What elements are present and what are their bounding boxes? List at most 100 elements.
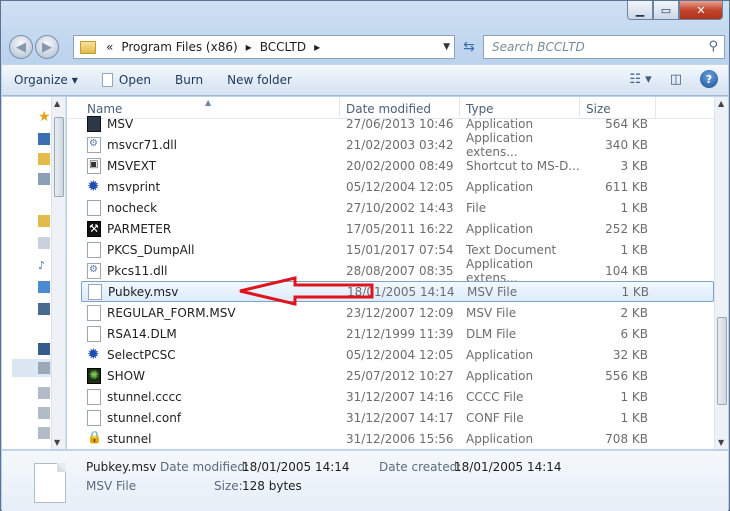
file-date-modified: 05/12/2004 12:05 xyxy=(346,347,454,362)
nav-scrollbar[interactable]: ▲ ▼ xyxy=(51,97,65,449)
details-date-modified-label: Date modified: xyxy=(160,460,250,474)
forward-button[interactable]: ▶ xyxy=(35,35,59,59)
file-row[interactable]: REGULAR_FORM.MSV 23/12/2007 12:09 MSV File… xyxy=(81,302,714,323)
scroll-down-icon[interactable]: ▼ xyxy=(718,438,724,447)
file-type: CONF File xyxy=(466,410,524,425)
breadcrumb-program-files[interactable]: Program Files (x86) xyxy=(121,40,237,54)
file-size: 564 KB xyxy=(605,116,648,131)
chevron-right-icon[interactable]: ▸ xyxy=(246,40,252,54)
file-name-cell: SHOW xyxy=(81,367,340,384)
file-row[interactable]: Pkcs11.dll28/08/2007 08:35Application ex… xyxy=(81,257,714,285)
file-row[interactable]: stunnel 31/12/2006 15:56 Application 708 KB xyxy=(81,428,714,449)
caption-buttons: ▁ ▭ ✕ xyxy=(627,1,723,20)
file-name: Pubkey.msv xyxy=(108,284,179,299)
scroll-up-icon[interactable]: ▲ xyxy=(718,99,724,108)
file-row[interactable]: RSA14.DLM 21/12/1999 11:39 DLM File 6 KB xyxy=(81,323,714,344)
file-type: File xyxy=(466,200,487,215)
recent-places-icon[interactable] xyxy=(38,173,50,185)
file-name: PKCS_DumpAll xyxy=(107,242,195,257)
address-dropdown-icon[interactable]: ▼ xyxy=(443,42,450,52)
file-name: Pkcs11.dll xyxy=(107,263,168,278)
documents-icon[interactable] xyxy=(38,237,50,249)
music-icon[interactable]: ♪ xyxy=(38,259,50,272)
libraries-icon[interactable] xyxy=(38,215,50,227)
view-options-icon[interactable]: ☷ ▾ xyxy=(629,72,651,87)
file-name: SelectPCSC xyxy=(107,347,176,362)
file-row[interactable]: SHOW 25/07/2012 10:27 Application 556 KB xyxy=(81,365,714,386)
preview-pane-icon[interactable]: ◫ xyxy=(670,72,682,87)
help-icon[interactable]: ? xyxy=(700,70,718,88)
search-icon[interactable]: ⚲ xyxy=(708,39,718,54)
explorer-window: ▁ ▭ ✕ ◀ ▶ « Program Files (x86) ▸ BCCLTD… xyxy=(0,0,730,511)
file-type: Application xyxy=(466,347,534,362)
details-date-created: 18/01/2005 14:14 xyxy=(454,460,562,474)
file-row[interactable]: MSVEXT 20/02/2000 08:49 Shortcut to MS-D..… xyxy=(81,155,714,176)
file-name-cell: MSV xyxy=(81,115,340,132)
file-row[interactable]: Pubkey.msv 18/01/2005 14:14 MSV File 1 KB xyxy=(81,281,714,302)
pictures-icon[interactable] xyxy=(38,281,50,293)
organize-button[interactable]: Organize ▼ xyxy=(2,73,90,87)
file-size: 556 KB xyxy=(605,368,648,383)
file-date-modified: 31/12/2006 15:56 xyxy=(346,431,454,446)
downloads-folder-icon[interactable] xyxy=(38,153,50,165)
file-date-modified: 27/10/2002 14:43 xyxy=(346,200,454,215)
open-button[interactable]: Open xyxy=(90,73,163,87)
file-row[interactable]: SelectPCSC 05/12/2004 12:05 Application 32 … xyxy=(81,344,714,365)
drive-icon[interactable] xyxy=(38,387,50,399)
file-type: CCCC File xyxy=(466,389,524,404)
search-input[interactable]: Search BCCLTD ⚲ xyxy=(483,35,725,59)
file-date-modified: 31/12/2007 14:17 xyxy=(346,410,454,425)
file-name-cell: nocheck xyxy=(81,199,340,216)
refresh-icon[interactable]: ⇆ xyxy=(458,35,480,59)
file-size: 1 KB xyxy=(620,410,648,425)
file-row[interactable]: msvcr71.dll21/02/2003 03:42Application e… xyxy=(81,131,714,159)
address-bar[interactable]: « Program Files (x86) ▸ BCCLTD ▸ ▼ xyxy=(73,35,455,59)
maximize-button[interactable]: ▭ xyxy=(653,1,679,20)
minimize-button[interactable]: ▁ xyxy=(627,1,653,20)
new-folder-button[interactable]: New folder xyxy=(215,73,304,87)
computer-icon[interactable] xyxy=(38,343,50,355)
drive-icon[interactable] xyxy=(38,407,50,419)
drive-icon[interactable] xyxy=(38,427,50,439)
close-button[interactable]: ✕ xyxy=(679,1,723,20)
file-row[interactable]: MSV 27/06/2013 10:46 Application 564 KB xyxy=(81,113,714,134)
file-name-cell: MSVEXT xyxy=(81,157,340,174)
file-type: DLM File xyxy=(466,326,517,341)
stun-icon xyxy=(87,430,102,447)
burn-button[interactable]: Burn xyxy=(163,73,215,87)
file-name: MSV xyxy=(107,116,134,131)
nav-scroll-thumb[interactable] xyxy=(54,117,64,197)
file-row[interactable]: msvprint 05/12/2004 12:05 Application 611 K… xyxy=(81,176,714,197)
scroll-down-icon[interactable]: ▼ xyxy=(54,438,60,447)
file-name-cell: msvprint xyxy=(81,177,340,195)
file-type: MSV File xyxy=(467,284,518,299)
file-type: Application xyxy=(466,116,534,131)
chevron-right-icon[interactable]: ▸ xyxy=(314,40,320,54)
back-button[interactable]: ◀ xyxy=(9,35,33,59)
file-size: 3 KB xyxy=(620,158,648,173)
file-row[interactable]: PARMETER 17/05/2011 16:22 Application 252 K… xyxy=(81,218,714,239)
breadcrumb-overflow[interactable]: « xyxy=(106,40,113,54)
organize-label: Organize xyxy=(14,73,68,87)
file-row[interactable]: stunnel.conf 31/12/2007 14:17 CONF File 1 K… xyxy=(81,407,714,428)
file-type: Application xyxy=(466,431,534,446)
desktop-icon[interactable] xyxy=(38,133,50,145)
file-list-scroll-thumb[interactable] xyxy=(717,317,727,405)
favorites-star-icon[interactable]: ★ xyxy=(38,109,51,125)
file-size: 340 KB xyxy=(605,137,648,152)
scroll-up-icon[interactable]: ▲ xyxy=(54,99,60,108)
file-row[interactable]: nocheck 27/10/2002 14:43 File 1 KB xyxy=(81,197,714,218)
details-size-label: Size: xyxy=(214,479,243,493)
file-size: 1 KB xyxy=(620,389,648,404)
file-row[interactable]: PKCS_DumpAll 15/01/2017 07:54 Text Documen… xyxy=(81,239,714,260)
drive-icon[interactable] xyxy=(38,362,50,374)
file-list-scrollbar[interactable]: ▲ ▼ xyxy=(714,97,728,449)
file-type: Application xyxy=(466,179,534,194)
file-row[interactable]: stunnel.cccc 31/12/2007 14:16 CCCC File 1 K… xyxy=(81,386,714,407)
command-bar: Organize ▼ Open Burn New folder ☷ ▾ ◫ ? xyxy=(2,64,728,96)
file-date-modified: 17/05/2011 16:22 xyxy=(346,221,454,236)
file-size: 32 KB xyxy=(612,347,648,362)
breadcrumb-bccltd[interactable]: BCCLTD xyxy=(260,40,306,54)
file-name: nocheck xyxy=(107,200,158,215)
videos-icon[interactable] xyxy=(38,303,50,315)
